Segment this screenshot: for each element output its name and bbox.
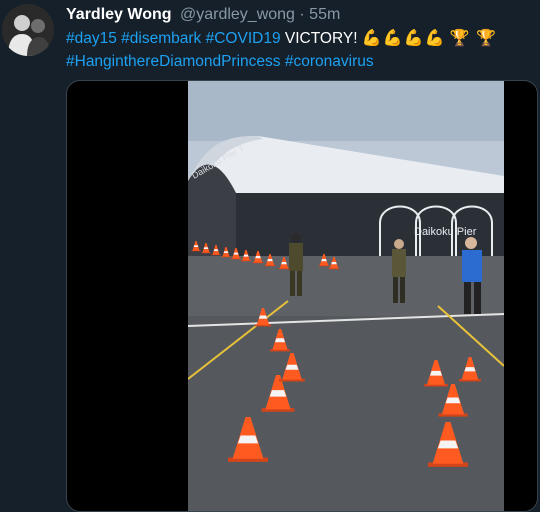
hashtag-link[interactable]: #HanginthereDiamondPrincess	[66, 53, 281, 70]
tweet-text-segment: VICTORY!	[280, 30, 362, 47]
avatar[interactable]	[2, 4, 54, 56]
display-name[interactable]: Yardley Wong	[66, 6, 172, 23]
hashtag-link[interactable]: #day15	[66, 30, 117, 47]
user-handle[interactable]: @yardley_wong	[180, 6, 295, 23]
pier-sign: Daikoku Pier	[414, 226, 477, 238]
hashtag-link[interactable]: #disembark	[121, 30, 201, 47]
trophy-icon: 🏆 🏆	[449, 30, 498, 47]
video-player[interactable]: Daikoku Pier T Daikoku Pier	[66, 80, 538, 512]
tweet-header: Yardley Wong @yardley_wong · 55m	[66, 5, 532, 25]
separator-dot: ·	[299, 6, 305, 23]
hashtag-link[interactable]: #coronavirus	[285, 53, 374, 70]
timestamp[interactable]: 55m	[309, 6, 340, 23]
hashtag-link[interactable]: #COVID19	[206, 30, 281, 47]
avatar-photo	[2, 4, 54, 56]
video-frame[interactable]: Daikoku Pier T Daikoku Pier	[188, 81, 504, 511]
tweet-text: #day15 #disembark #COVID19 VICTORY! 💪💪💪💪…	[66, 28, 534, 73]
tweet[interactable]: Yardley Wong @yardley_wong · 55m #day15 …	[0, 0, 540, 512]
flexed-biceps-icon: 💪💪💪💪	[361, 30, 446, 47]
